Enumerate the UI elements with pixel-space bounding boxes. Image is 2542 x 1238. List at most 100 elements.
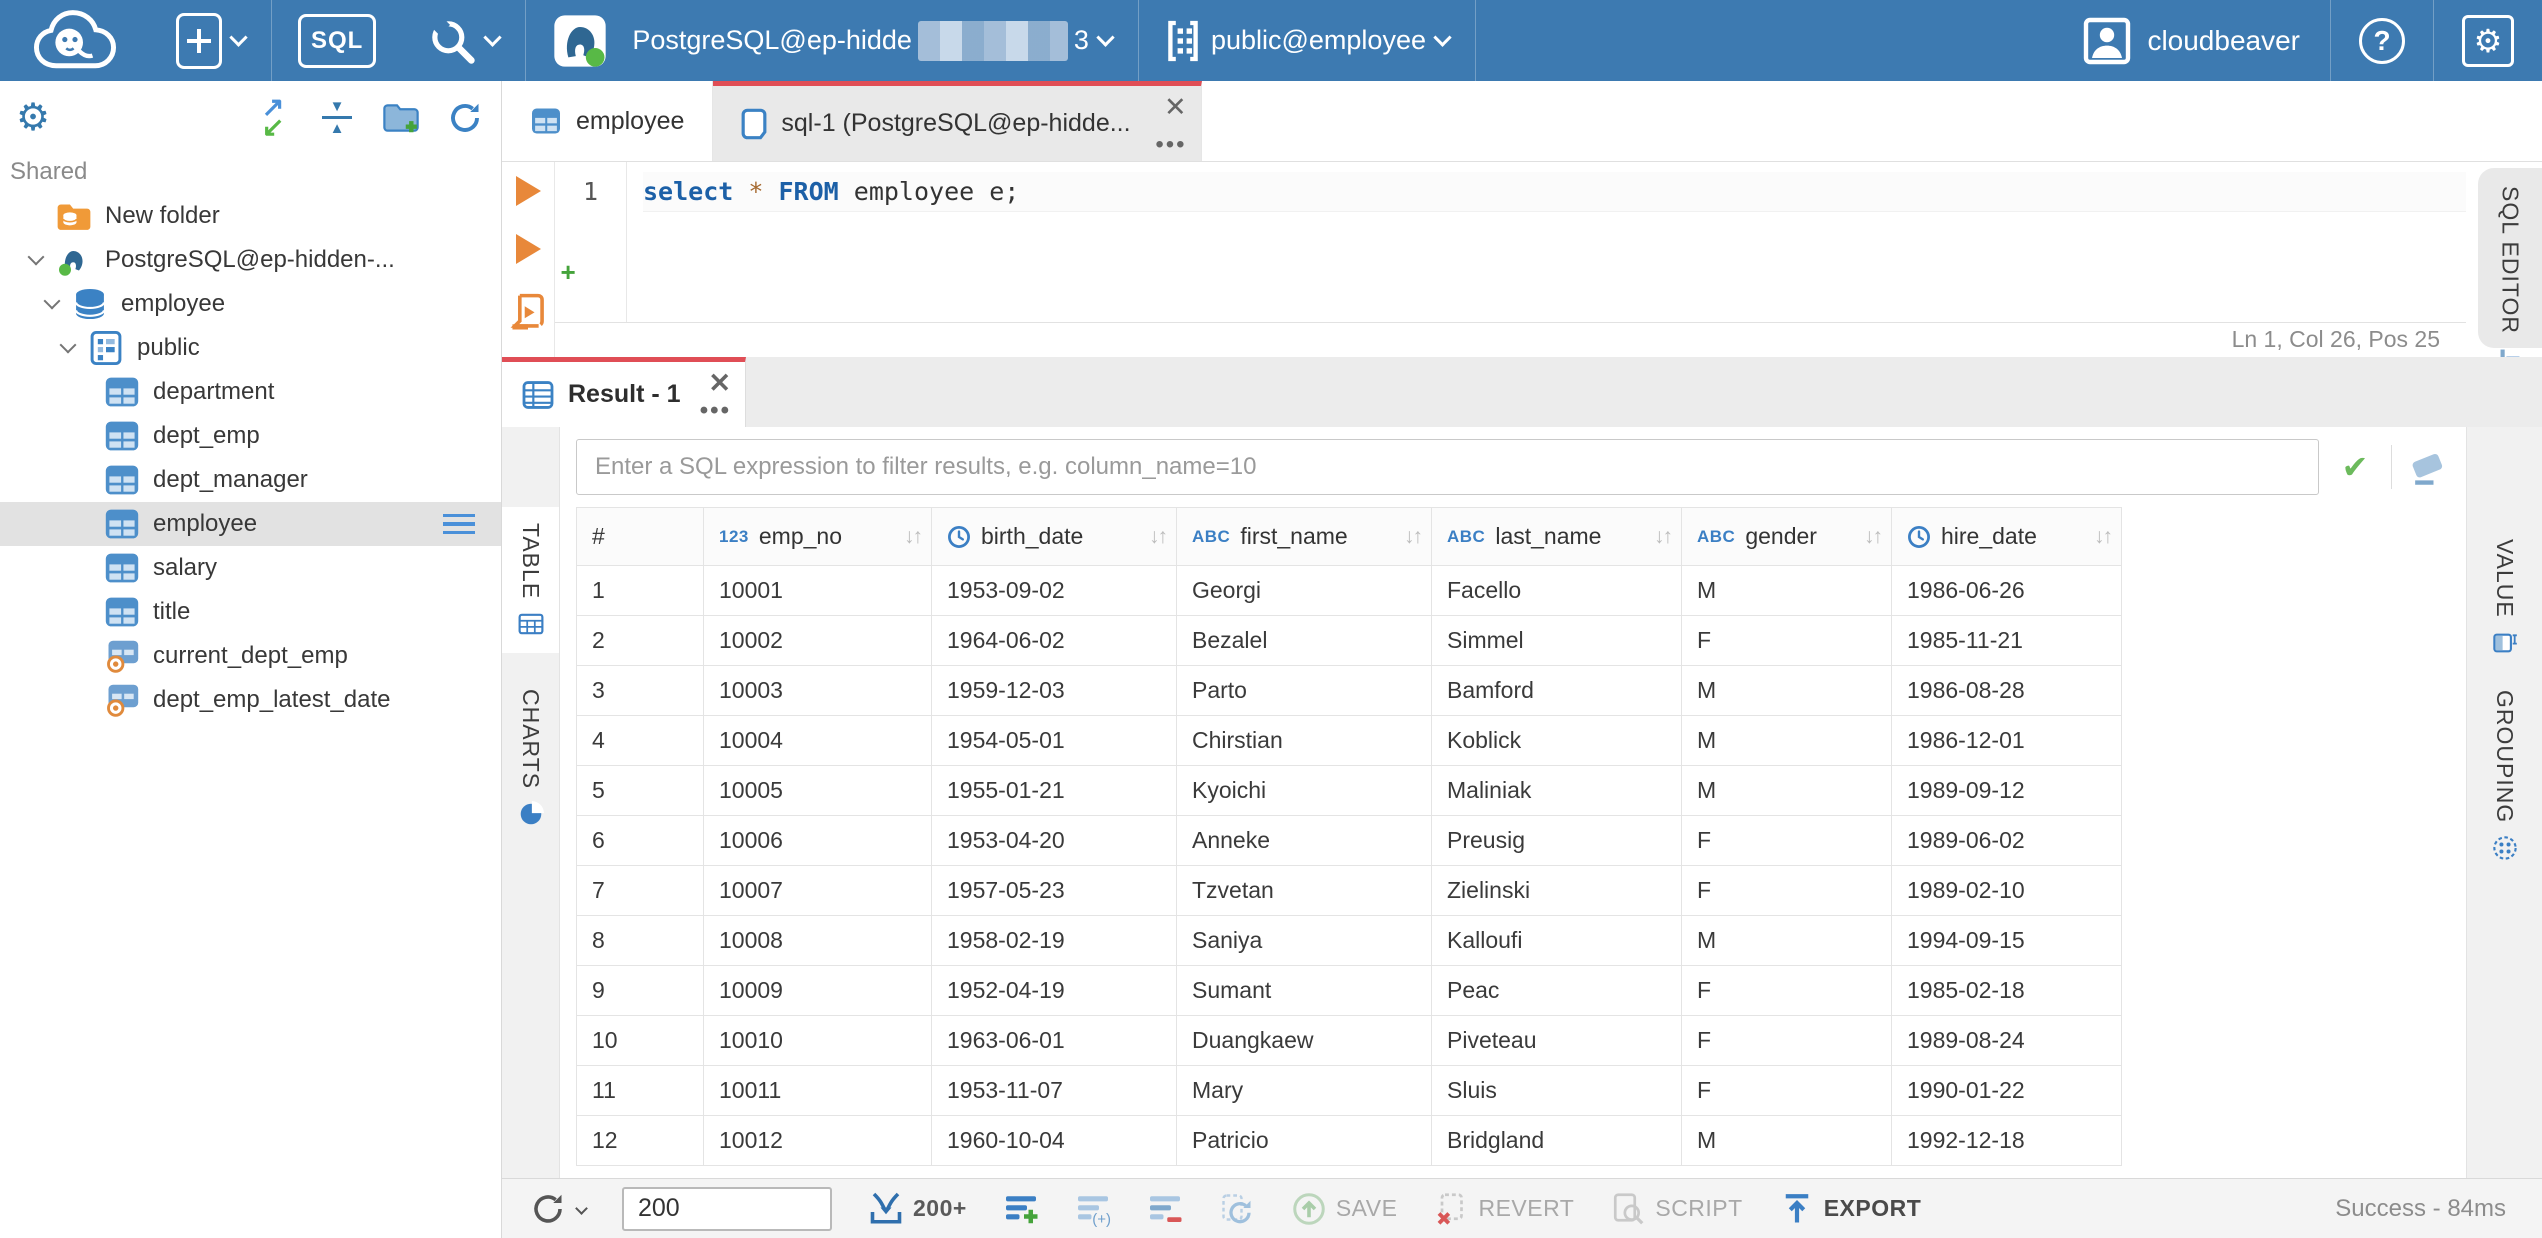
sort-icons[interactable]: ↓↑	[1404, 525, 1423, 549]
cell[interactable]: 1953-09-02	[931, 565, 1177, 616]
cell[interactable]: 1964-06-02	[931, 615, 1177, 666]
cell[interactable]: Anneke	[1176, 815, 1432, 866]
cell[interactable]: Tzvetan	[1176, 865, 1432, 916]
cell[interactable]: 1960-10-04	[931, 1115, 1177, 1166]
row-number-cell[interactable]: 10	[576, 1015, 704, 1066]
cell[interactable]: 10009	[703, 965, 932, 1016]
cell[interactable]: F	[1681, 1065, 1892, 1116]
row-number-cell[interactable]: 2	[576, 615, 704, 666]
tab-result-1[interactable]: Result - 1 ✕ •••	[502, 357, 746, 427]
tree-item-dept_manager[interactable]: dept_manager	[0, 458, 501, 502]
schema-selector[interactable]: public@employee	[1139, 0, 1475, 81]
cell[interactable]: Sluis	[1431, 1065, 1682, 1116]
cell[interactable]: 1994-09-15	[1891, 915, 2122, 966]
cell[interactable]: 1957-05-23	[931, 865, 1177, 916]
cell[interactable]: M	[1681, 565, 1892, 616]
cell[interactable]: 1954-05-01	[931, 715, 1177, 766]
cell[interactable]: 1992-12-18	[1891, 1115, 2122, 1166]
new-sql-editor-button[interactable]: SQL	[272, 0, 402, 81]
row-number-cell[interactable]: 7	[576, 865, 704, 916]
cell[interactable]: 1989-09-12	[1891, 765, 2122, 816]
cell[interactable]: F	[1681, 1015, 1892, 1066]
tree-item-menu-icon[interactable]	[443, 513, 475, 535]
cell[interactable]: 10005	[703, 765, 932, 816]
column-header-hire_date[interactable]: hire_date ↓↑	[1891, 507, 2122, 566]
tree-item-employee[interactable]: employee	[0, 282, 501, 326]
cell[interactable]: 10008	[703, 915, 932, 966]
filter-input[interactable]	[576, 439, 2319, 495]
code-line-1[interactable]: select * FROM employee e;	[643, 172, 2466, 212]
column-header-first_name[interactable]: ABC first_name ↓↑	[1176, 507, 1432, 566]
row-number-cell[interactable]: 1	[576, 565, 704, 616]
cell[interactable]: 10002	[703, 615, 932, 666]
cell[interactable]: Chirstian	[1176, 715, 1432, 766]
sort-icons[interactable]: ↓↑	[1149, 525, 1168, 549]
save-button[interactable]: SAVE	[1291, 1191, 1398, 1227]
execute-new-tab-button[interactable]: +	[515, 234, 576, 285]
column-header-rownum[interactable]: #	[576, 507, 704, 566]
code-area[interactable]: 1 select * FROM employee e;	[555, 162, 2466, 322]
cell[interactable]: M	[1681, 765, 1892, 816]
collapse-all-icon[interactable]: ▼ ▲	[317, 98, 357, 138]
cell[interactable]: Sumant	[1176, 965, 1432, 1016]
cell[interactable]: 10003	[703, 665, 932, 716]
cell[interactable]: 1986-08-28	[1891, 665, 2122, 716]
cell[interactable]: Kalloufi	[1431, 915, 1682, 966]
sidebar-settings-gear-icon[interactable]: ⚙	[16, 99, 50, 137]
result-grid[interactable]: #123 emp_no ↓↑ birth_date ↓↑ ABC first_name ↓↑ A…	[576, 507, 2122, 1166]
tree-item-public[interactable]: public	[0, 326, 501, 370]
driver-manager-button[interactable]	[402, 0, 525, 81]
tree-item-dept_emp_latest_date[interactable]: dept_emp_latest_date	[0, 678, 501, 722]
cell[interactable]: Piveteau	[1431, 1015, 1682, 1066]
fetch-next-page-button[interactable]: 200+	[868, 1191, 967, 1227]
tree-item-postgresql-ep-hidden-[interactable]: PostgreSQL@ep-hidden-...	[0, 238, 501, 282]
cell[interactable]: Zielinski	[1431, 865, 1682, 916]
row-limit-input[interactable]	[622, 1186, 832, 1231]
refresh-icon[interactable]	[445, 98, 485, 138]
cell[interactable]: 1985-02-18	[1891, 965, 2122, 1016]
sort-icons[interactable]: ↓↑	[904, 525, 923, 549]
tree-expand-chevron-icon[interactable]	[56, 336, 80, 360]
cell[interactable]: Georgi	[1176, 565, 1432, 616]
connection-selector[interactable]: PostgreSQL@ep-hidde 3	[526, 0, 1138, 81]
duplicate-row-button[interactable]: (+)	[1075, 1191, 1111, 1227]
cell[interactable]: Saniya	[1176, 915, 1432, 966]
row-number-cell[interactable]: 11	[576, 1065, 704, 1116]
new-folder-icon[interactable]	[381, 98, 421, 138]
delete-row-button[interactable]	[1147, 1191, 1183, 1227]
clear-filter-icon[interactable]	[2406, 445, 2450, 489]
cell[interactable]: Kyoichi	[1176, 765, 1432, 816]
cell[interactable]: Koblick	[1431, 715, 1682, 766]
add-row-button[interactable]	[1003, 1191, 1039, 1227]
cell[interactable]: F	[1681, 615, 1892, 666]
cell[interactable]: 1955-01-21	[931, 765, 1177, 816]
cell[interactable]: 1989-08-24	[1891, 1015, 2122, 1066]
cell[interactable]: 1989-02-10	[1891, 865, 2122, 916]
column-header-last_name[interactable]: ABC last_name ↓↑	[1431, 507, 1682, 566]
cell[interactable]: Patricio	[1176, 1115, 1432, 1166]
cell[interactable]: 1989-06-02	[1891, 815, 2122, 866]
cell[interactable]: 1952-04-19	[931, 965, 1177, 1016]
row-number-cell[interactable]: 5	[576, 765, 704, 816]
column-header-birth_date[interactable]: birth_date ↓↑	[931, 507, 1177, 566]
tab-sql-editor[interactable]: sql-1 (PostgreSQL@ep-hidde... ✕ •••	[713, 81, 1202, 161]
new-connection-button[interactable]	[150, 0, 271, 81]
column-header-emp_no[interactable]: 123 emp_no ↓↑	[703, 507, 932, 566]
row-number-cell[interactable]: 6	[576, 815, 704, 866]
cell[interactable]: Preusig	[1431, 815, 1682, 866]
apply-filter-icon[interactable]: ✔	[2333, 448, 2377, 486]
cell[interactable]: 10010	[703, 1015, 932, 1066]
tab-value-panel[interactable]: VALUE	[2491, 539, 2518, 656]
sort-icons[interactable]: ↓↑	[1654, 525, 1673, 549]
cell[interactable]: 1985-11-21	[1891, 615, 2122, 666]
tab-grouping-panel[interactable]: GROUPING	[2491, 690, 2518, 861]
column-header-gender[interactable]: ABC gender ↓↑	[1681, 507, 1892, 566]
revert-button[interactable]: REVERT	[1433, 1191, 1574, 1227]
cell[interactable]: 1953-04-20	[931, 815, 1177, 866]
help-button[interactable]: ?	[2331, 17, 2433, 64]
cell[interactable]: Bamford	[1431, 665, 1682, 716]
cell[interactable]: 1953-11-07	[931, 1065, 1177, 1116]
cell[interactable]: Maliniak	[1431, 765, 1682, 816]
cell[interactable]: Simmel	[1431, 615, 1682, 666]
close-icon[interactable]: ✕	[1164, 94, 1187, 121]
